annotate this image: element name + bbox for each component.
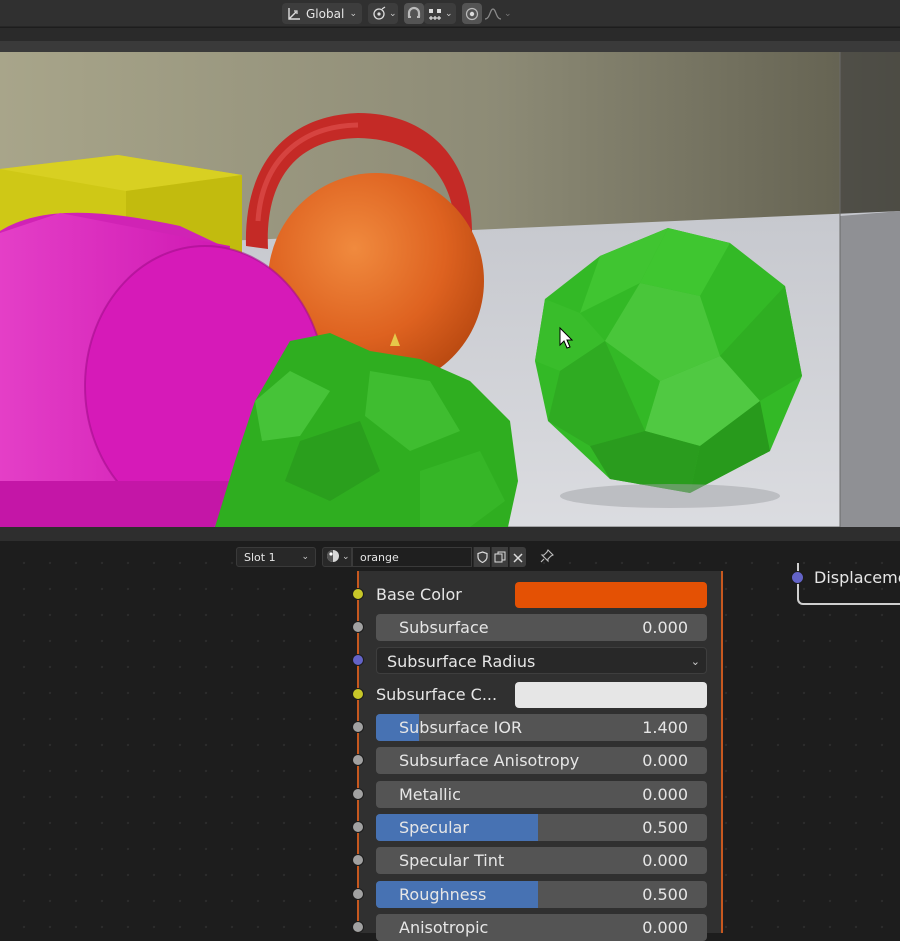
input-subsurface-ior: Subsurface IOR 1.400: [352, 714, 721, 741]
input-label: Base Color: [376, 585, 462, 604]
socket-metallic[interactable]: [352, 788, 364, 800]
displacement-label: Displacement: [814, 568, 900, 587]
snap-icon: [406, 6, 422, 22]
transform-orientation-dropdown[interactable]: Global ⌄: [282, 3, 362, 24]
node-editor-header: Slot 1 ⌄ ⌄ orange: [0, 541, 900, 571]
slider-label: Anisotropic: [399, 918, 489, 937]
chevron-down-icon: ⌄: [690, 655, 700, 668]
chevron-down-icon: ⌄: [389, 8, 397, 19]
snap-increment-icon: [427, 6, 443, 22]
pin-icon: [540, 548, 554, 567]
viewport-tool-strip: [0, 28, 900, 41]
slider-label: Subsurface IOR: [399, 718, 523, 737]
input-base-color: Base Color: [352, 581, 721, 608]
close-icon: [513, 548, 523, 567]
slider-value: 0.500: [642, 885, 688, 904]
chevron-down-icon: ⌄: [342, 552, 350, 562]
slider-label: Roughness: [399, 885, 487, 904]
transform-orientation-icon: [286, 6, 302, 22]
slot-label: Slot 1: [244, 550, 276, 564]
material-sphere-icon: [326, 548, 340, 567]
browse-material-button[interactable]: ⌄: [322, 547, 352, 567]
material-slot-dropdown[interactable]: Slot 1 ⌄: [236, 547, 316, 567]
specular-tint-slider[interactable]: Specular Tint 0.000: [376, 847, 707, 874]
subsurface-slider[interactable]: Subsurface 0.000: [376, 614, 707, 641]
slider-label: Subsurface: [399, 618, 489, 637]
input-subsurface-color: Subsurface C...: [352, 681, 721, 708]
socket-subsurface-radius[interactable]: [352, 654, 364, 666]
snap-toggle[interactable]: [404, 3, 424, 24]
input-anisotropic: Anisotropic 0.000: [352, 914, 721, 941]
slider-label: Specular: [399, 818, 469, 837]
viewport-render: [0, 41, 900, 541]
chevron-down-icon: ⌄: [301, 552, 309, 562]
socket-subsurface-anisotropy[interactable]: [352, 754, 364, 766]
pin-button[interactable]: [537, 547, 557, 567]
roughness-slider[interactable]: Roughness 0.500: [376, 881, 707, 908]
proportional-edit-icon: [465, 7, 479, 21]
orientation-label: Global: [306, 6, 345, 21]
slider-value: 0.000: [642, 751, 688, 770]
input-specular: Specular 0.500: [352, 814, 721, 841]
chevron-down-icon: ⌄: [445, 8, 453, 19]
subsurface-ior-slider[interactable]: Subsurface IOR 1.400: [376, 714, 707, 741]
slider-value: 1.400: [642, 718, 688, 737]
3d-viewport[interactable]: [0, 41, 900, 541]
input-subsurface-radius: Subsurface Radius ⌄: [352, 647, 721, 674]
socket-specular-tint[interactable]: [352, 854, 364, 866]
subsurface-anisotropy-slider[interactable]: Subsurface Anisotropy 0.000: [376, 747, 707, 774]
slider-value: 0.000: [642, 785, 688, 804]
pivot-icon: [371, 6, 387, 22]
dropdown-label: Subsurface Radius: [387, 652, 536, 671]
metallic-slider[interactable]: Metallic 0.000: [376, 781, 707, 808]
shader-node-editor[interactable]: Slot 1 ⌄ ⌄ orange Base Color Subsurface …: [0, 541, 900, 941]
input-label: Subsurface C...: [376, 685, 498, 704]
slider-value: 0.000: [642, 618, 688, 637]
proportional-falloff-dropdown[interactable]: ⌄: [482, 3, 514, 24]
socket-specular[interactable]: [352, 821, 364, 833]
anisotropic-slider[interactable]: Anisotropic 0.000: [376, 914, 707, 941]
base-color-swatch[interactable]: [515, 582, 707, 608]
chevron-down-icon: ⌄: [349, 8, 357, 19]
subsurface-radius-dropdown[interactable]: Subsurface Radius ⌄: [376, 647, 707, 674]
slider-label: Metallic: [399, 785, 461, 804]
socket-base-color[interactable]: [352, 588, 364, 600]
slider-value: 0.500: [642, 818, 688, 837]
socket-anisotropic[interactable]: [352, 921, 364, 933]
duplicate-icon: [494, 548, 506, 567]
socket-displacement[interactable]: [791, 571, 804, 584]
chevron-down-icon: ⌄: [504, 8, 512, 19]
socket-subsurface[interactable]: [352, 621, 364, 633]
principled-bsdf-node[interactable]: Base Color Subsurface 0.000 Subsurface R…: [352, 571, 723, 941]
specular-slider[interactable]: Specular 0.500: [376, 814, 707, 841]
slider-value: 0.000: [642, 918, 688, 937]
input-subsurface: Subsurface 0.000: [352, 614, 721, 641]
material-name-field[interactable]: orange: [352, 547, 472, 567]
slider-label: Specular Tint: [399, 851, 505, 870]
input-subsurface-anisotropy: Subsurface Anisotropy 0.000: [352, 747, 721, 774]
subsurface-color-swatch[interactable]: [515, 682, 707, 708]
pivot-point-dropdown[interactable]: ⌄: [368, 3, 398, 24]
snap-type-dropdown[interactable]: ⌄: [424, 3, 456, 24]
socket-subsurface-color[interactable]: [352, 688, 364, 700]
proportional-edit-toggle[interactable]: [462, 3, 482, 24]
new-material-button[interactable]: [491, 547, 508, 567]
input-specular-tint: Specular Tint 0.000: [352, 847, 721, 874]
input-roughness: Roughness 0.500: [352, 881, 721, 908]
falloff-icon: [484, 6, 502, 22]
viewport-header: Global ⌄ ⌄ ⌄ ⌄: [0, 0, 900, 27]
socket-subsurface-ior[interactable]: [352, 721, 364, 733]
slider-label: Subsurface Anisotropy: [399, 751, 580, 770]
socket-roughness[interactable]: [352, 888, 364, 900]
unlink-material-button[interactable]: [509, 547, 526, 567]
shield-icon: [476, 548, 488, 567]
input-metallic: Metallic 0.000: [352, 781, 721, 808]
fake-user-button[interactable]: [473, 547, 490, 567]
slider-value: 0.000: [642, 851, 688, 870]
